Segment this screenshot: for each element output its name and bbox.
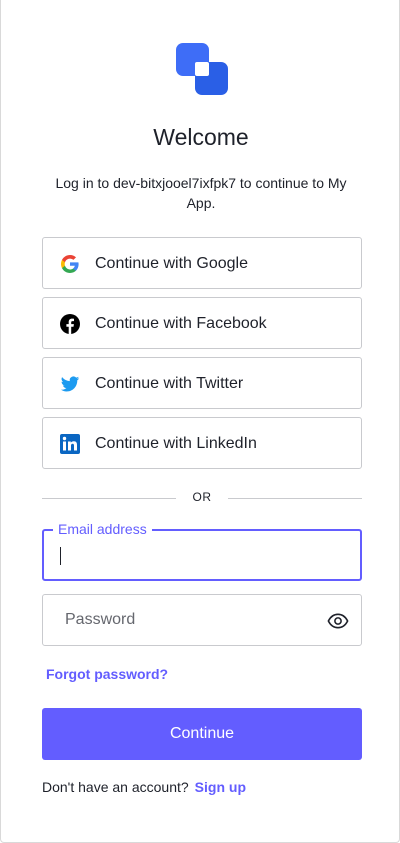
eye-icon[interactable] (327, 611, 349, 631)
continue-with-twitter-button[interactable]: Continue with Twitter (42, 357, 362, 409)
password-placeholder: Password (65, 611, 136, 628)
signup-prompt-text: Don't have an account? (42, 779, 189, 795)
divider-line-right (228, 498, 362, 499)
or-divider: OR (42, 489, 362, 507)
linkedin-button-label: Continue with LinkedIn (95, 435, 257, 452)
continue-with-facebook-button[interactable]: Continue with Facebook (42, 297, 362, 349)
email-field[interactable]: Email address (42, 521, 362, 581)
text-caret (60, 547, 61, 565)
facebook-icon (60, 314, 80, 334)
google-icon (61, 255, 79, 273)
page-subtitle: Log in to dev-bitxjooel7ixfpk7 to contin… (55, 175, 347, 211)
divider-or-text: OR (192, 490, 212, 504)
email-field-label: Email address (53, 521, 152, 537)
linkedin-icon (60, 434, 80, 454)
twitter-icon (60, 376, 80, 392)
google-button-label: Continue with Google (95, 255, 248, 272)
continue-with-google-button[interactable]: Continue with Google (42, 237, 362, 289)
logo-icon (176, 43, 228, 95)
password-field[interactable]: Password (42, 594, 362, 646)
login-card: Welcome Log in to dev-bitxjooel7ixfpk7 t… (0, 0, 400, 843)
continue-with-linkedin-button[interactable]: Continue with LinkedIn (42, 417, 362, 469)
signup-prompt: Don't have an account? Sign up (42, 779, 246, 795)
page-title: Welcome (153, 124, 249, 150)
facebook-button-label: Continue with Facebook (95, 315, 267, 332)
sign-up-link[interactable]: Sign up (195, 779, 246, 795)
twitter-button-label: Continue with Twitter (95, 375, 244, 392)
continue-button[interactable]: Continue (42, 708, 362, 760)
forgot-password-link[interactable]: Forgot password? (46, 666, 168, 682)
